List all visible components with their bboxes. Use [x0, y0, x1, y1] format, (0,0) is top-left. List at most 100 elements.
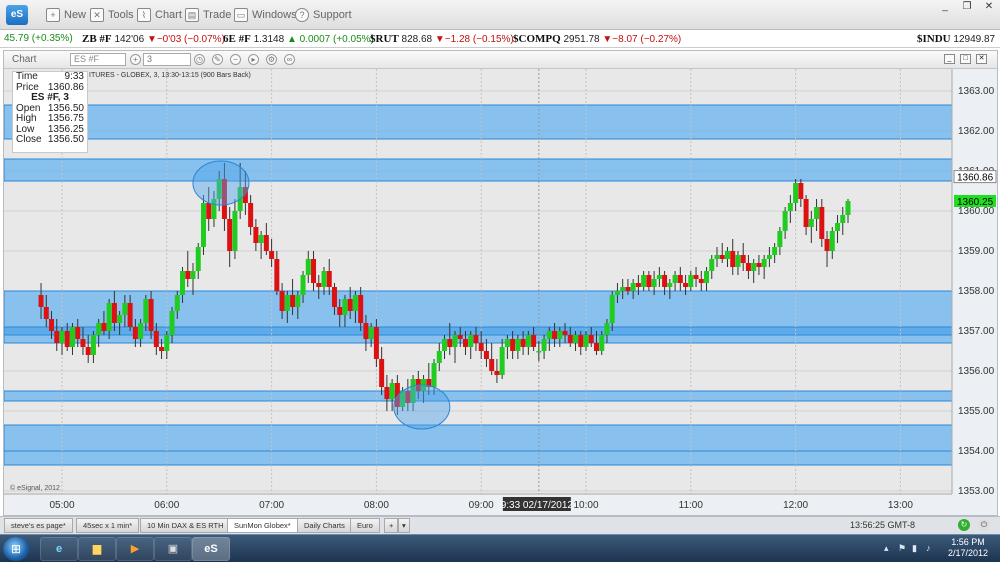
candle-body [305, 259, 311, 275]
candle-body [536, 351, 542, 353]
system-clock[interactable]: 1:56 PM 2/17/2012 [948, 537, 988, 559]
candle-body [122, 303, 128, 315]
highlight-circle [192, 160, 250, 206]
ticker-symbol: $COMPQ [513, 33, 561, 45]
trade-icon: ▤ [185, 8, 199, 22]
tools-button[interactable]: ✕ Tools [90, 7, 134, 23]
app-window-icon[interactable]: ▣ [154, 537, 192, 561]
candle-body [373, 327, 379, 359]
x-tick-label: 06:00 [154, 500, 179, 511]
ticker-symbol: $RUT [370, 33, 399, 45]
chart-menu-button[interactable]: ⌇ Chart [137, 7, 182, 23]
candle-body [719, 255, 725, 259]
tab-daily-charts[interactable]: Daily Charts [297, 518, 352, 533]
candle-body [284, 295, 290, 311]
trade-button[interactable]: ▤ Trade [185, 7, 231, 23]
ticker-symbol: $INDU [917, 33, 951, 45]
x-tick-label: 13:00 [888, 500, 913, 511]
candle-body [457, 335, 463, 339]
candle-body [803, 199, 809, 227]
candle-body [90, 335, 96, 355]
candle-body [604, 323, 610, 335]
candle-body [132, 327, 138, 339]
chart-close-button[interactable]: ✕ [976, 54, 987, 64]
tray-arrow-icon[interactable]: ▴ [884, 543, 889, 554]
connection-status-icon[interactable]: ↻ [958, 519, 970, 531]
ticker-item[interactable]: 6E #F 1.3148 ▲ 0.0007 (+0.05%) [223, 33, 374, 45]
candle-body [546, 331, 552, 339]
restore-button[interactable]: ❐ [956, 1, 978, 13]
candle-body [745, 263, 751, 271]
candle-body [206, 203, 212, 219]
folder-icon[interactable]: ▆ [78, 537, 116, 561]
ticker-item[interactable]: $COMPQ 2951.78 ▼−8.07 (−0.27%) [513, 33, 681, 45]
candle-body [573, 335, 579, 343]
link-icon[interactable]: ∞ [284, 54, 295, 65]
chart-maximize-button[interactable]: □ [960, 54, 971, 64]
candle-body [85, 347, 91, 355]
candle-body [389, 383, 395, 399]
candle-body [248, 203, 254, 227]
candle-body [138, 323, 144, 339]
candle-body [180, 271, 186, 295]
candle-body [593, 343, 599, 351]
candle-body [436, 351, 442, 363]
new-button[interactable]: + New [46, 7, 86, 23]
ticker-item[interactable]: ZB #F 142'06 ▼−0'03 (−0.07%) [82, 33, 225, 45]
esignal-logo[interactable]: eS [6, 5, 28, 25]
media-player-icon[interactable]: ▶ [116, 537, 154, 561]
candle-body [819, 207, 825, 239]
candle-body [625, 287, 631, 291]
chart-window-toolbar: Chart ES #F + 3 ◷ ✎ − ▸ ⚙ ∞ _ □ ✕ [4, 51, 997, 69]
clock-icon[interactable]: ◷ [194, 54, 205, 65]
network-icon[interactable]: ▮ [912, 543, 917, 554]
candle-body [557, 331, 563, 339]
new-file-icon: + [46, 8, 60, 22]
ticker-item[interactable]: $INDU 12949.87 [917, 33, 995, 45]
tab-euro[interactable]: Euro [350, 518, 380, 533]
candle-body [525, 335, 531, 347]
tools-label: Tools [108, 9, 134, 21]
candle-body [43, 307, 49, 319]
candle-body [494, 371, 500, 375]
candle-body [730, 251, 736, 267]
candle-body [704, 271, 710, 283]
candle-body [190, 271, 196, 279]
tab-10min-dax[interactable]: 10 Min DAX & ES RTH [140, 518, 231, 533]
flag-icon[interactable]: ⚑ [898, 543, 906, 554]
candle-body [59, 331, 65, 343]
tab-menu-button[interactable]: ▾ [398, 518, 410, 533]
tools-icon: ✕ [90, 8, 104, 22]
ticker-item[interactable]: $RUT 828.68 ▼−1.28 (−0.15%) [370, 33, 514, 45]
support-button[interactable]: ? Support [295, 7, 352, 23]
candle-body [326, 271, 332, 287]
esignal-task-icon[interactable]: eS [192, 537, 230, 561]
candle-body [96, 323, 102, 335]
internet-explorer-icon[interactable]: e [40, 537, 78, 561]
volume-icon[interactable]: ♪ [926, 543, 931, 553]
tab-steves-es-page[interactable]: steve's es page* [4, 518, 73, 533]
status-clock: 13:56:25 GMT-8 [850, 520, 916, 530]
candle-body [127, 303, 133, 327]
symbol-link-icon[interactable]: + [130, 54, 141, 65]
interval-input[interactable]: 3 [143, 53, 191, 66]
power-icon[interactable]: ⏻ [978, 519, 990, 531]
tab-sunmon-globex[interactable]: SunMon Globex* [227, 518, 298, 533]
price-chart[interactable]: 1353.00 1354.00 1355.00 1356.00 1357.00 1358.… [4, 69, 997, 515]
start-button[interactable]: ⊞ [3, 537, 29, 561]
quote-ticker: 45.79 (+0.35%) ZB #F 142'06 ▼−0'03 (−0.0… [0, 30, 1000, 48]
add-tab-button[interactable]: + [384, 518, 399, 533]
close-button[interactable]: ✕ [978, 1, 1000, 13]
minimize-button[interactable]: _ [934, 1, 956, 13]
tab-45sec[interactable]: 45sec x 1 min* [76, 518, 140, 533]
zoom-out-icon[interactable]: − [230, 54, 241, 65]
settings-icon[interactable]: ⚙ [266, 54, 277, 65]
symbol-input[interactable]: ES #F [70, 53, 126, 66]
draw-pencil-icon[interactable]: ✎ [212, 54, 223, 65]
windows-taskbar: ⊞ e ▆ ▶ ▣ eS ▴ ⚑ ▮ ♪ 1:56 PM 2/17/2012 [0, 534, 1000, 562]
candle-body [321, 271, 327, 287]
windows-button[interactable]: ▭ Windows [234, 7, 297, 23]
candle-body [368, 327, 374, 339]
play-icon[interactable]: ▸ [248, 54, 259, 65]
chart-minimize-button[interactable]: _ [944, 54, 955, 64]
